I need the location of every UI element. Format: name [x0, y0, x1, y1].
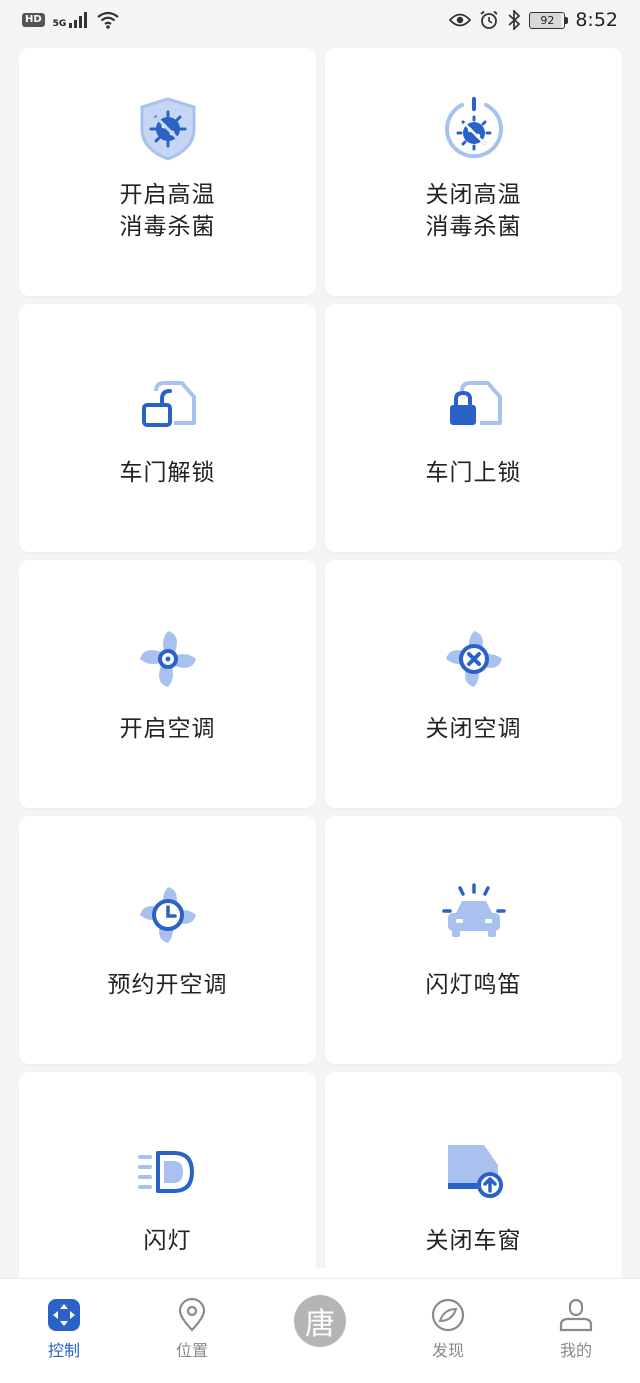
power-virus-icon	[444, 97, 503, 159]
fan-on-icon	[139, 631, 196, 687]
bottom-nav: 控制 位置 唐 发现 我的	[0, 1279, 640, 1383]
nav-label: 位置	[175, 1341, 208, 1360]
location-pin-icon	[178, 1297, 206, 1332]
signal-icon	[69, 12, 88, 28]
card-label: 关闭空调	[425, 716, 522, 742]
nav-label: 我的	[559, 1341, 592, 1360]
card-label: 关闭车窗	[425, 1228, 522, 1254]
card-label: 开启高温 消毒杀菌	[119, 182, 216, 240]
eye-icon	[449, 13, 472, 27]
door-lock-card[interactable]: 车门上锁	[325, 304, 622, 552]
nav-item-discover[interactable]: 发现	[384, 1297, 512, 1361]
card-label: 预约开空调	[107, 972, 228, 998]
nav-label: 控制	[47, 1341, 80, 1360]
ac-on-card[interactable]: 开启空调	[19, 560, 316, 808]
card-label: 车门解锁	[119, 460, 216, 486]
door-unlock-card[interactable]: 车门解锁	[19, 304, 316, 552]
headlight-icon	[137, 1151, 194, 1193]
ac-off-card[interactable]: 关闭空调	[325, 560, 622, 808]
status-bar: HD 5G 92 8:52	[0, 0, 640, 40]
card-label: 闪灯	[143, 1228, 192, 1254]
window-close-icon	[447, 1145, 503, 1198]
card-label: 车门上锁	[425, 460, 522, 486]
car-flash-horn-icon	[441, 883, 506, 937]
bluetooth-icon	[508, 10, 521, 30]
ac-schedule-card[interactable]: 预约开空调	[19, 816, 316, 1064]
sterilize-on-card[interactable]: 开启高温 消毒杀菌	[19, 48, 316, 296]
card-label: 开启空调	[119, 716, 216, 742]
card-label: 闪灯鸣笛	[425, 972, 522, 998]
door-unlock-icon	[141, 381, 196, 427]
sterilize-off-card[interactable]: 关闭高温 消毒杀菌	[325, 48, 622, 296]
hd-badge: HD	[22, 13, 45, 27]
nav-item-location[interactable]: 位置	[128, 1297, 256, 1361]
battery-indicator: 92	[529, 11, 569, 29]
fan-schedule-icon	[139, 887, 196, 943]
nav-label: 发现	[431, 1341, 464, 1360]
status-right: 92 8:52	[449, 9, 618, 31]
brand-logo-icon: 唐	[294, 1295, 346, 1347]
nav-item-control[interactable]: 控制	[0, 1297, 128, 1361]
control-icon	[48, 1299, 80, 1331]
nav-item-profile[interactable]: 我的	[512, 1297, 640, 1361]
person-icon	[559, 1298, 593, 1332]
status-left: HD 5G	[22, 11, 120, 29]
alarm-icon	[480, 10, 498, 29]
control-grid: 开启高温 消毒杀菌 关闭高温 消毒杀菌 车门解锁 车门上锁 开启空调 关闭空调 …	[19, 48, 622, 1320]
shield-virus-icon	[140, 97, 195, 161]
network-label: 5G	[52, 19, 67, 29]
wifi-icon	[97, 11, 120, 29]
fan-off-icon	[445, 631, 502, 687]
compass-icon	[431, 1298, 465, 1332]
flash-horn-card[interactable]: 闪灯鸣笛	[325, 816, 622, 1064]
status-time: 8:52	[575, 9, 618, 31]
nav-item-brand[interactable]: 唐	[256, 1295, 384, 1347]
card-label: 关闭高温 消毒杀菌	[425, 182, 522, 240]
door-lock-icon	[449, 381, 502, 425]
